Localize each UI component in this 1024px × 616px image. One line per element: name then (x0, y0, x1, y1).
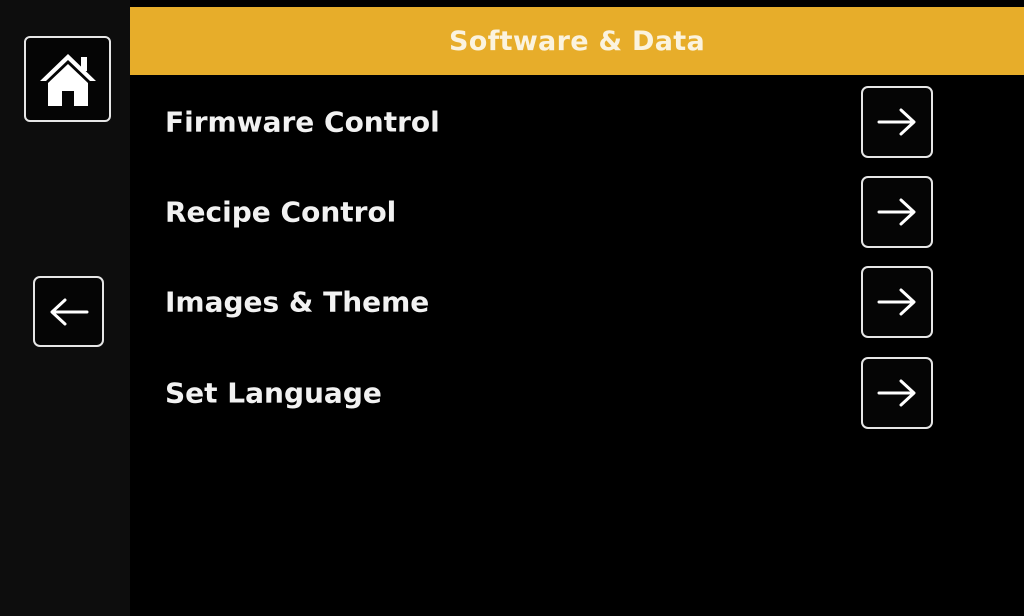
menu-item-label: Firmware Control (165, 105, 440, 139)
header-bar: Software & Data (130, 7, 1024, 75)
recipe-control-arrow-button[interactable] (861, 176, 933, 248)
screen: Software & Data Firmware Control Recipe … (0, 0, 1024, 616)
menu-item-label: Images & Theme (165, 285, 430, 319)
images-theme-arrow-button[interactable] (861, 266, 933, 338)
menu-item-firmware-control[interactable]: Firmware Control (165, 86, 945, 158)
arrow-right-icon (877, 198, 916, 226)
menu-item-images-theme[interactable]: Images & Theme (165, 266, 945, 338)
menu-item-recipe-control[interactable]: Recipe Control (165, 176, 945, 248)
set-language-arrow-button[interactable] (861, 357, 933, 429)
menu-item-set-language[interactable]: Set Language (165, 357, 945, 429)
page-title: Software & Data (448, 25, 706, 57)
home-button[interactable] (24, 36, 111, 122)
menu-item-label: Recipe Control (165, 195, 397, 229)
arrow-right-icon (877, 108, 916, 136)
home-icon (39, 54, 96, 106)
arrow-right-icon (877, 288, 916, 316)
back-button[interactable] (33, 276, 104, 347)
arrow-right-icon (877, 379, 916, 407)
arrow-left-icon (50, 298, 88, 325)
sidebar (0, 0, 130, 616)
menu-item-label: Set Language (165, 376, 382, 410)
firmware-control-arrow-button[interactable] (861, 86, 933, 158)
